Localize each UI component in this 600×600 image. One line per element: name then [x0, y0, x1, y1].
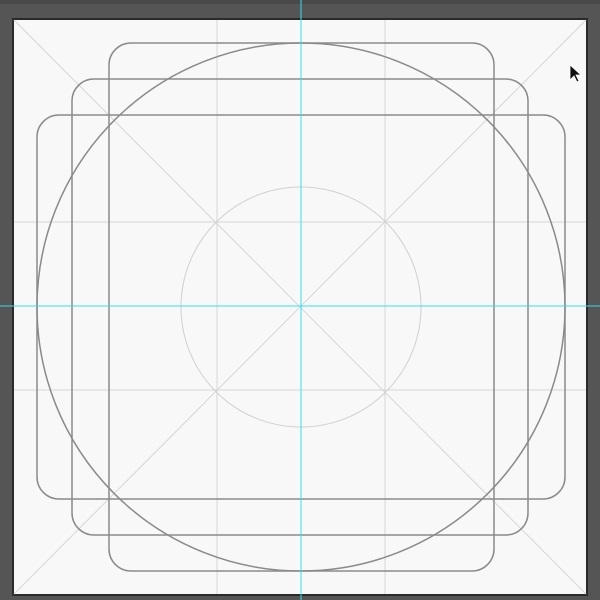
arrow-pointer-icon [569, 64, 583, 83]
icon-template-artboard[interactable] [0, 0, 600, 600]
workspace-canvas[interactable] [0, 0, 600, 600]
